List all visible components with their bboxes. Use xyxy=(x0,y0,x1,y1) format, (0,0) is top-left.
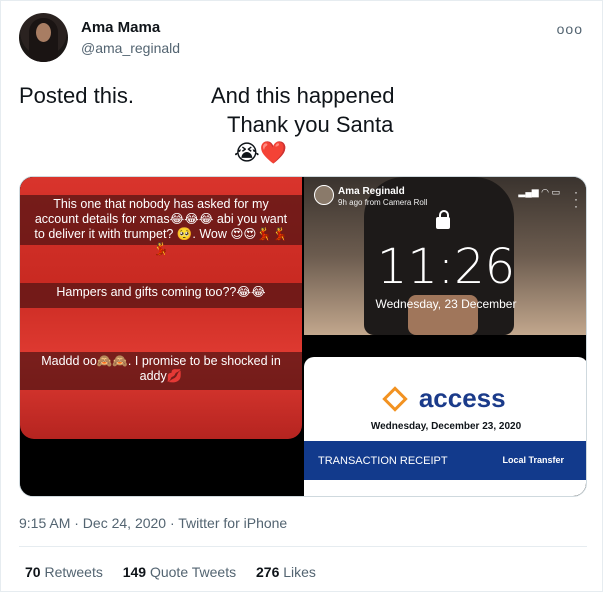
bank-brand: access xyxy=(418,383,506,413)
receipt-label: TRANSACTION RECEIPT xyxy=(318,455,448,467)
bank-receipt: access Wednesday, December 23, 2020 TRAN… xyxy=(304,357,586,496)
tweet-stats: 70 Retweets 149 Quote Tweets 276 Likes xyxy=(25,564,332,580)
tweet-line-2: Thank you Santa xyxy=(227,112,394,137)
transfer-type: Local Transfer xyxy=(502,455,564,465)
retweets-label: Retweets xyxy=(44,564,103,580)
receipt-date: Wednesday, December 23, 2020 xyxy=(370,421,522,432)
likes-count: 276 xyxy=(256,564,280,580)
avatar[interactable] xyxy=(19,13,68,62)
lockscreen-date: Wednesday, 23 December xyxy=(375,297,517,311)
quote-tweets-stat[interactable]: 149 Quote Tweets xyxy=(123,564,236,580)
tweet-line-1a: Posted this. xyxy=(19,83,134,108)
bank-logo: access xyxy=(304,383,586,414)
likes-stat[interactable]: 276 Likes xyxy=(256,564,316,580)
story-username: Ama Reginald xyxy=(338,186,405,197)
tweet-emoji-line: 😭❤️ xyxy=(234,140,288,165)
signal-wifi-battery-icon: ▂▄▆ ◠ ▭ xyxy=(518,187,560,197)
story-caption-3: Maddd oo🙈🙈. I promise to be shocked in a… xyxy=(20,352,302,390)
media-bottom-right-image[interactable]: access Wednesday, December 23, 2020 TRAN… xyxy=(304,337,586,496)
tweet-line-1b: And this happened xyxy=(211,83,395,108)
divider xyxy=(19,546,587,547)
tweet-header: Ama Mama @ama_reginald ooo xyxy=(19,13,589,63)
quote-tweets-label: Quote Tweets xyxy=(149,564,237,580)
story-caption-1: This one that nobody has asked for my ac… xyxy=(20,195,302,256)
receipt-bar: TRANSACTION RECEIPT Local Transfer xyxy=(304,441,586,480)
tweet-timestamp[interactable]: 9:15 AM · Dec 24, 2020 · Twitter for iPh… xyxy=(19,515,287,531)
vertical-dots-icon: · · · xyxy=(574,185,578,213)
more-options-icon[interactable]: ooo xyxy=(557,21,583,37)
lockscreen-time: 11:26 xyxy=(376,239,516,295)
media-grid[interactable]: This one that nobody has asked for my ac… xyxy=(19,176,587,497)
likes-label: Likes xyxy=(283,564,316,580)
retweets-stat[interactable]: 70 Retweets xyxy=(25,564,103,580)
story-caption-2: Hampers and gifts coming too??😂😂 xyxy=(20,283,302,308)
display-name[interactable]: Ama Mama xyxy=(81,19,160,36)
lock-icon xyxy=(436,210,450,229)
story-avatar xyxy=(314,185,334,205)
media-left-image[interactable]: This one that nobody has asked for my ac… xyxy=(20,177,302,496)
media-top-right-image[interactable]: Ama Reginald 9h ago from Camera Roll ▂▄▆… xyxy=(304,177,586,335)
avatar-face xyxy=(36,23,51,42)
tweet-card: Ama Mama @ama_reginald ooo Posted this. … xyxy=(0,0,603,592)
access-diamond-icon xyxy=(382,385,409,412)
user-handle[interactable]: @ama_reginald xyxy=(81,40,180,56)
story-subtitle: 9h ago from Camera Roll xyxy=(338,198,428,207)
retweets-count: 70 xyxy=(25,564,41,580)
quote-tweets-count: 149 xyxy=(122,564,147,580)
